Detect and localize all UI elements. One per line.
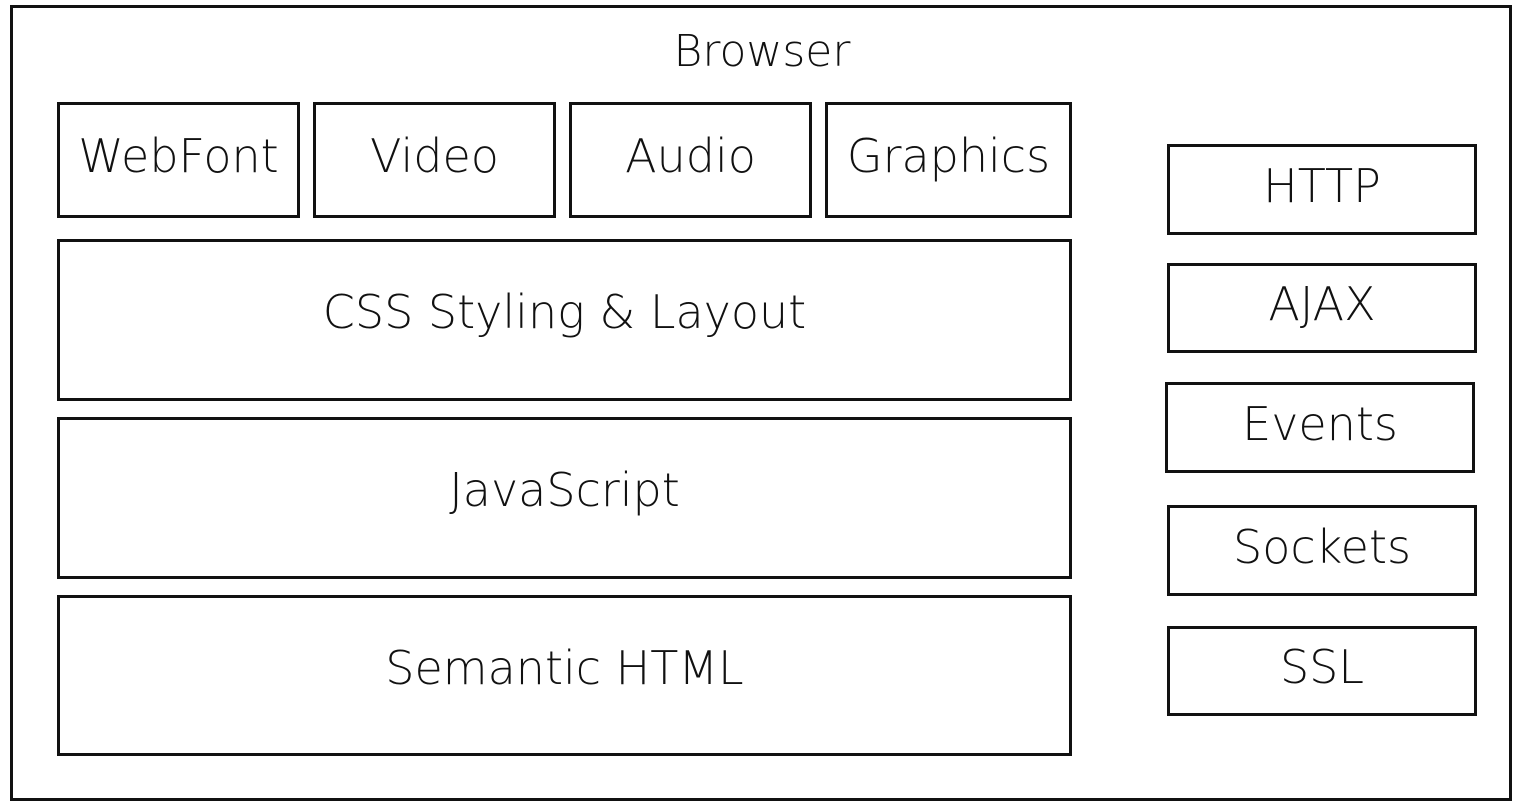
ssl-label: SSL: [1279, 640, 1365, 694]
ajax-label: AJAX: [1268, 277, 1376, 331]
sockets-box: Sockets: [1167, 505, 1477, 596]
graphics-box: Graphics: [825, 102, 1072, 218]
video-box: Video: [313, 102, 556, 218]
html-layer-box: Semantic HTML: [57, 595, 1072, 756]
audio-label: Audio: [625, 129, 756, 183]
ssl-box: SSL: [1167, 626, 1477, 716]
diagram-title: Browser: [673, 26, 851, 77]
css-layer-box: CSS Styling & Layout: [57, 239, 1072, 401]
html-layer-label: Semantic HTML: [385, 640, 744, 695]
javascript-layer-box: JavaScript: [57, 417, 1072, 579]
css-layer-label: CSS Styling & Layout: [322, 285, 807, 339]
webfont-box: WebFont: [57, 102, 300, 218]
http-box: HTTP: [1167, 144, 1477, 235]
http-label: HTTP: [1263, 158, 1381, 213]
events-box: Events: [1165, 382, 1475, 473]
graphics-label: Graphics: [846, 129, 1051, 183]
audio-box: Audio: [569, 102, 812, 218]
events-label: Events: [1242, 396, 1398, 451]
webfont-label: WebFont: [78, 129, 279, 183]
video-label: Video: [370, 129, 499, 183]
sockets-label: Sockets: [1233, 519, 1411, 574]
ajax-box: AJAX: [1167, 263, 1477, 353]
javascript-layer-label: JavaScript: [449, 463, 680, 517]
